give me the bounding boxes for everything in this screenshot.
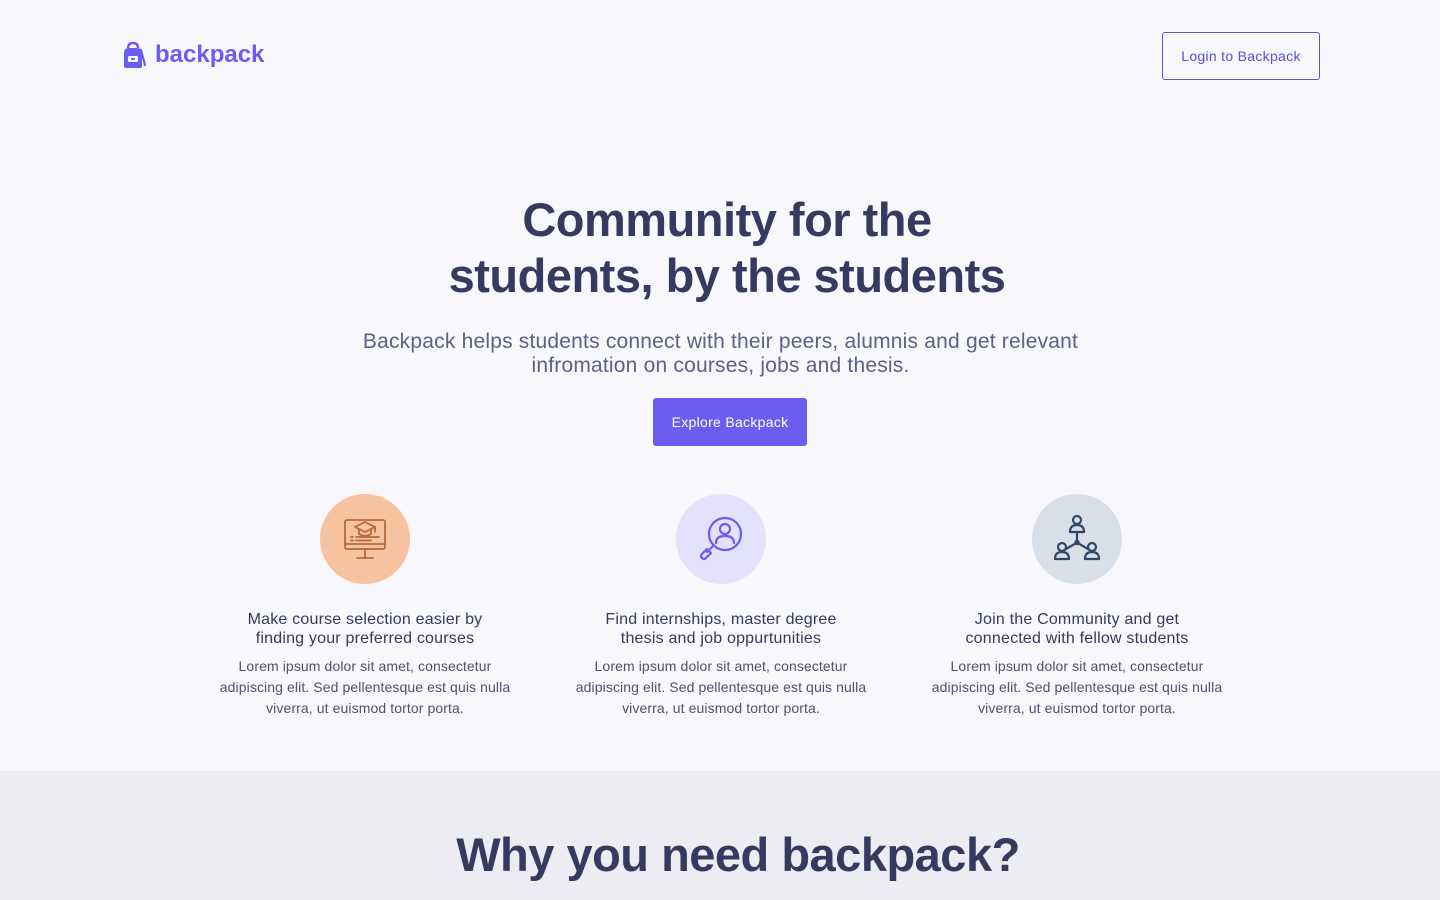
hero-title: Community for the students, by the stude…	[0, 192, 1440, 304]
why-heading: Why you need backpack?	[456, 828, 1020, 881]
feature-community: Join the Community and get connected wit…	[927, 494, 1227, 719]
feature-title: Join the Community and get connected wit…	[965, 611, 1189, 647]
feature-title: Make course selection easier by finding …	[247, 611, 483, 647]
user-search-icon	[699, 516, 743, 561]
explore-button[interactable]: Explore Backpack	[653, 398, 807, 446]
feature-icon-circle	[1032, 494, 1122, 584]
feature-text: Lorem ipsum dolor sit amet, consectetur …	[931, 658, 1223, 716]
brand-name: backpack	[155, 41, 265, 68]
feature-icon-circle	[676, 494, 766, 584]
feature-icon-circle	[320, 494, 410, 584]
feature-text: Lorem ipsum dolor sit amet, consectetur …	[219, 658, 511, 716]
feature-internships: Find internships, master degree thesis a…	[571, 494, 871, 719]
hero-subtitle: Backpack helps students connect with the…	[362, 330, 1079, 377]
hero-title-line-2: students, by the students	[448, 249, 1006, 302]
community-network-icon	[1053, 514, 1101, 561]
feature-course-selection: Make course selection easier by finding …	[215, 494, 515, 719]
feature-text: Lorem ipsum dolor sit amet, consectetur …	[575, 658, 867, 716]
hero-title-line-1: Community for the	[522, 193, 932, 246]
landing-page: backpack Login to Backpack Community for…	[0, 0, 1440, 900]
login-button[interactable]: Login to Backpack	[1162, 32, 1320, 80]
feature-title: Find internships, master degree thesis a…	[605, 611, 837, 647]
why-section: Why you need backpack?	[0, 771, 1440, 900]
backpack-icon	[124, 41, 147, 68]
brand-logo-link[interactable]: backpack	[119, 41, 264, 69]
graduation-monitor-icon	[344, 519, 386, 559]
site-header: backpack Login to Backpack	[0, 0, 1440, 112]
